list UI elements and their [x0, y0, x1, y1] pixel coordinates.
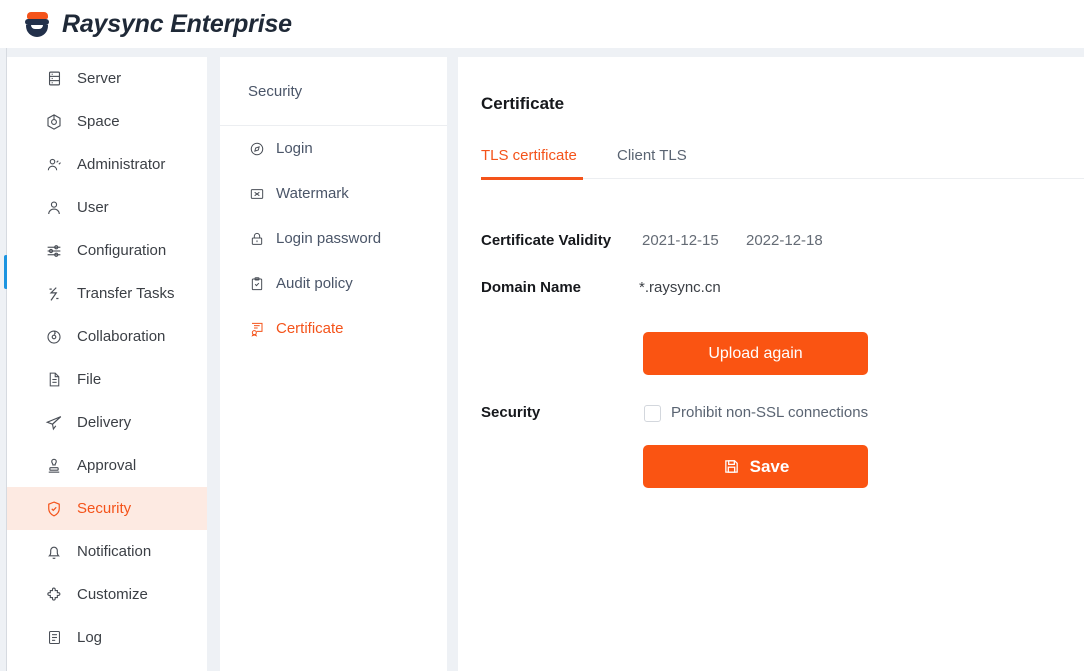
certificate-validity-label: Certificate Validity: [481, 232, 612, 249]
main-content-panel: Certificate TLS certificate Client TLS C…: [458, 57, 1084, 671]
main-sidebar: Server Space Administrator User Configur…: [7, 57, 207, 671]
prohibit-non-ssl-checkbox[interactable]: [644, 405, 661, 422]
approval-icon: [45, 457, 63, 475]
server-icon: [45, 70, 63, 88]
domain-name-row: Domain Name *.raysync.cn Upload again: [458, 279, 1084, 375]
puzzle-icon: [45, 586, 63, 604]
certificate-icon: [248, 320, 265, 337]
user-icon: [45, 199, 63, 217]
upload-again-button[interactable]: Upload again: [643, 332, 868, 375]
sidebar-item-label: Log: [77, 629, 103, 646]
sidebar-item-label: Administrator: [77, 156, 166, 173]
sidebar-item-label: Delivery: [77, 414, 132, 431]
sidebar-item-label: User: [77, 199, 109, 216]
log-icon: [45, 629, 63, 647]
app-header: Raysync Enterprise: [0, 0, 1084, 48]
sidebar-item-approval[interactable]: Approval: [7, 444, 207, 487]
floppy-save-icon: [722, 457, 741, 476]
submenu-item-label: Login: [276, 140, 313, 157]
sidebar-item-log[interactable]: Log: [7, 616, 207, 659]
security-label: Security: [481, 404, 541, 421]
bell-icon: [45, 543, 63, 561]
sidebar-item-notification[interactable]: Notification: [7, 530, 207, 573]
space-icon: [45, 113, 63, 131]
sidebar-item-label: Security: [77, 500, 132, 517]
compass-icon: [248, 140, 265, 157]
submenu-item-label: Audit policy: [276, 275, 353, 292]
submenu-title: Security: [220, 57, 447, 126]
sidebar-item-collaboration[interactable]: Collaboration: [7, 315, 207, 358]
sidebar-item-label: Space: [77, 113, 120, 130]
tab-tls-certificate[interactable]: TLS certificate: [481, 147, 577, 164]
brand-area: Raysync Enterprise: [0, 10, 292, 39]
brand-title: Raysync Enterprise: [62, 9, 292, 38]
file-icon: [45, 371, 63, 389]
submenu-item-label: Certificate: [276, 320, 344, 337]
tab-client-tls[interactable]: Client TLS: [617, 147, 687, 164]
submenu-item-watermark[interactable]: Watermark: [220, 171, 447, 216]
sidebar-item-label: File: [77, 371, 102, 388]
certificate-form: Certificate Validity 2021-12-15 2022-12-…: [458, 232, 1084, 488]
administrator-icon: [45, 156, 63, 174]
sidebar-item-user[interactable]: User: [7, 186, 207, 229]
raysync-logo-icon: [24, 10, 54, 38]
sidebar-item-transfer-tasks[interactable]: Transfer Tasks: [7, 272, 207, 315]
sidebar-item-customize[interactable]: Customize: [7, 573, 207, 616]
lock-icon: [248, 230, 265, 247]
sidebar-item-delivery[interactable]: Delivery: [7, 401, 207, 444]
save-button[interactable]: Save: [643, 445, 868, 488]
certificate-validity-to: 2022-12-18: [746, 232, 823, 249]
sidebar-item-label: Server: [77, 70, 122, 87]
submenu-item-audit-policy[interactable]: Audit policy: [220, 261, 447, 306]
save-button-label: Save: [749, 456, 790, 476]
sidebar-item-label: Customize: [77, 586, 148, 603]
sidebar-item-label: Approval: [77, 457, 137, 474]
page-title: Certificate: [481, 94, 565, 113]
submenu-item-label: Watermark: [276, 185, 349, 202]
sidebar-item-label: Configuration: [77, 242, 167, 259]
submenu-item-login[interactable]: Login: [220, 126, 447, 171]
domain-name-value: *.raysync.cn: [639, 279, 721, 296]
transfer-tasks-icon: [45, 285, 63, 303]
configuration-icon: [45, 242, 63, 260]
submenu-item-login-password[interactable]: Login password: [220, 216, 447, 261]
sidebar-item-security[interactable]: Security: [7, 487, 207, 530]
sidebar-item-administrator[interactable]: Administrator: [7, 143, 207, 186]
security-row: Security Prohibit non-SSL connections Sa…: [458, 404, 1084, 488]
certificate-validity-row: Certificate Validity 2021-12-15 2022-12-…: [458, 232, 1084, 279]
collaboration-icon: [45, 328, 63, 346]
sidebar-item-label: Notification: [77, 543, 152, 560]
domain-name-label: Domain Name: [481, 279, 582, 296]
delivery-icon: [45, 414, 63, 432]
sidebar-item-label: Collaboration: [77, 328, 166, 345]
certificate-tabs: TLS certificate Client TLS: [481, 147, 1084, 197]
sidebar-item-server[interactable]: Server: [7, 57, 207, 100]
sidebar-item-space[interactable]: Space: [7, 100, 207, 143]
submenu-item-label: Login password: [276, 230, 382, 247]
app-root: Raysync Enterprise Server Space Administ…: [0, 0, 1084, 671]
shield-icon: [45, 500, 63, 518]
security-submenu-panel: Security Login Watermark Login password …: [220, 57, 447, 671]
prohibit-non-ssl-label[interactable]: Prohibit non-SSL connections: [671, 404, 868, 421]
watermark-icon: [248, 185, 265, 202]
sidebar-item-label: Transfer Tasks: [77, 285, 175, 302]
sidebar-item-file[interactable]: File: [7, 358, 207, 401]
sidebar-item-configuration[interactable]: Configuration: [7, 229, 207, 272]
clipboard-icon: [248, 275, 265, 292]
active-tab-underline: [481, 177, 583, 180]
submenu-item-certificate[interactable]: Certificate: [220, 306, 447, 351]
certificate-validity-from: 2021-12-15: [642, 232, 719, 249]
